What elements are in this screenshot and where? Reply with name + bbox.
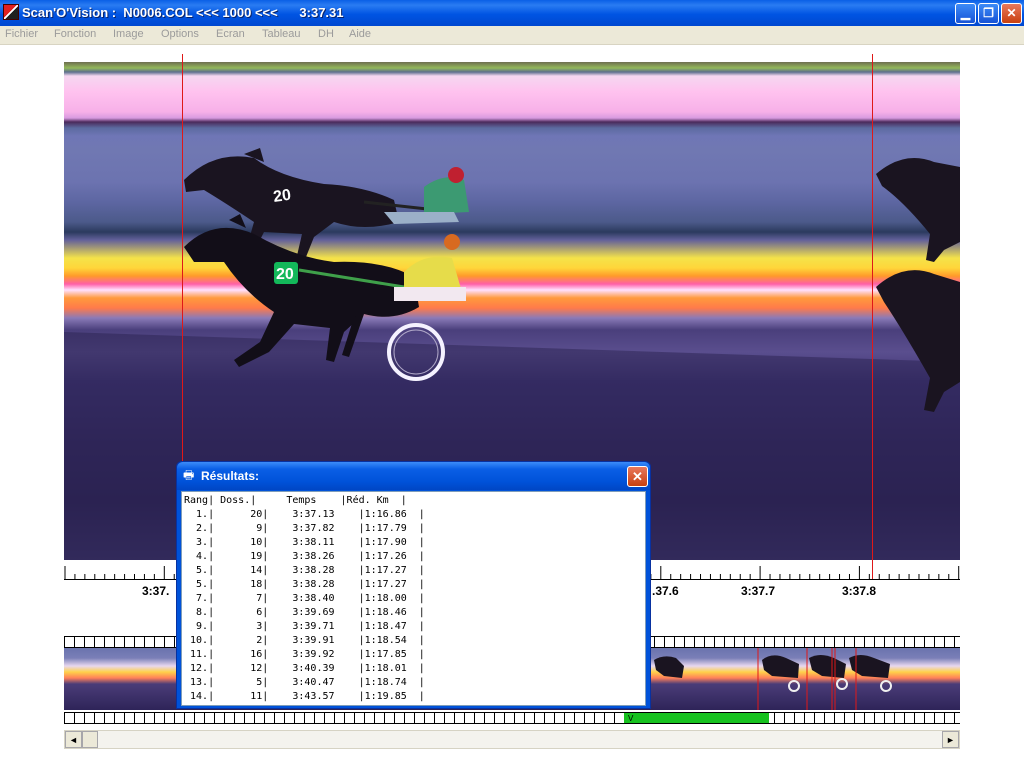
results-row[interactable]: 1.| 20| 3:37.13 |1:16.86 | xyxy=(184,508,425,522)
menu-bar: Fichier Fonction Image Options Ecran Tab… xyxy=(0,26,1024,45)
title-bar: Scan'O'Vision : N0006.COL <<< 1000 <<< 3… xyxy=(0,0,1024,26)
menu-options[interactable]: Options xyxy=(161,28,199,40)
scroll-right-button[interactable]: ► xyxy=(942,731,959,748)
cursor-line-right[interactable] xyxy=(872,62,873,560)
menu-image[interactable]: Image xyxy=(113,28,144,40)
menu-tableau[interactable]: Tableau xyxy=(262,28,301,40)
printer-icon: 🖶 xyxy=(183,468,195,482)
bib-back-number: 20 xyxy=(272,187,292,206)
results-row[interactable]: 14.| 11| 3:43.57 |1:19.85 | xyxy=(184,690,425,704)
restore-button[interactable]: ❐ xyxy=(978,3,999,24)
range-cursor-marker: V xyxy=(628,714,634,723)
results-table: Rang| Doss.| Temps |Réd. Km | 1.| 20| 3:… xyxy=(184,494,425,704)
menu-fichier[interactable]: Fichier xyxy=(5,28,38,40)
results-row[interactable]: 11.| 16| 3:39.92 |1:17.85 | xyxy=(184,648,425,662)
cursor-line-right-top xyxy=(872,54,873,62)
scroll-thumb[interactable] xyxy=(82,731,98,748)
overview-ruler-bottom xyxy=(64,712,960,724)
results-title-bar[interactable]: 🖶 Résultats: ✕ xyxy=(177,462,650,490)
results-close-button[interactable]: ✕ xyxy=(627,466,648,487)
cursor-line-left-top xyxy=(182,54,183,62)
results-dialog: 🖶 Résultats: ✕ Rang| Doss.| Temps |Réd. … xyxy=(176,461,651,709)
menu-aide[interactable]: Aide xyxy=(349,28,371,40)
results-row[interactable]: 10.| 2| 3:39.91 |1:18.54 | xyxy=(184,634,425,648)
time-label: 3:37. xyxy=(142,584,170,598)
results-row[interactable]: 9.| 3| 3:39.71 |1:18.47 | xyxy=(184,620,425,634)
time-label: 3:37.7 xyxy=(741,584,776,598)
horizontal-scrollbar[interactable]: ◄ ► xyxy=(64,730,960,749)
close-button[interactable]: ✕ xyxy=(1001,3,1022,24)
menu-fonction[interactable]: Fonction xyxy=(54,28,96,40)
minimize-button[interactable]: ▁ xyxy=(955,3,976,24)
results-row[interactable]: 5.| 14| 3:38.28 |1:17.27 | xyxy=(184,564,425,578)
results-row[interactable]: 8.| 6| 3:39.69 |1:18.46 | xyxy=(184,606,425,620)
bib-front-number: 20 xyxy=(276,266,294,283)
results-list[interactable]: Rang| Doss.| Temps |Réd. Km | 1.| 20| 3:… xyxy=(181,491,646,706)
visible-range-indicator[interactable] xyxy=(624,713,769,723)
results-row[interactable]: 5.| 18| 3:38.28 |1:17.27 | xyxy=(184,578,425,592)
menu-ecran[interactable]: Ecran xyxy=(216,28,245,40)
results-row[interactable]: 2.| 9| 3:37.82 |1:17.79 | xyxy=(184,522,425,536)
results-header-row: Rang| Doss.| Temps |Réd. Km | xyxy=(184,495,407,506)
scroll-left-button[interactable]: ◄ xyxy=(65,731,82,748)
results-row[interactable]: 4.| 19| 3:38.26 |1:17.26 | xyxy=(184,550,425,564)
time-label: .37.6 xyxy=(652,584,679,598)
app-icon[interactable] xyxy=(3,4,19,20)
results-title: Résultats: xyxy=(201,469,260,483)
time-label: 3:37.8 xyxy=(842,584,877,598)
results-row[interactable]: 12.| 12| 3:40.39 |1:18.01 | xyxy=(184,662,425,676)
results-row[interactable]: 7.| 7| 3:38.40 |1:18.00 | xyxy=(184,592,425,606)
menu-dh[interactable]: DH xyxy=(318,28,334,40)
results-row[interactable]: 3.| 10| 3:38.11 |1:17.90 | xyxy=(184,536,425,550)
results-row[interactable]: 13.| 5| 3:40.47 |1:18.74 | xyxy=(184,676,425,690)
window-title: Scan'O'Vision : N0006.COL <<< 1000 <<< 3… xyxy=(22,5,344,20)
